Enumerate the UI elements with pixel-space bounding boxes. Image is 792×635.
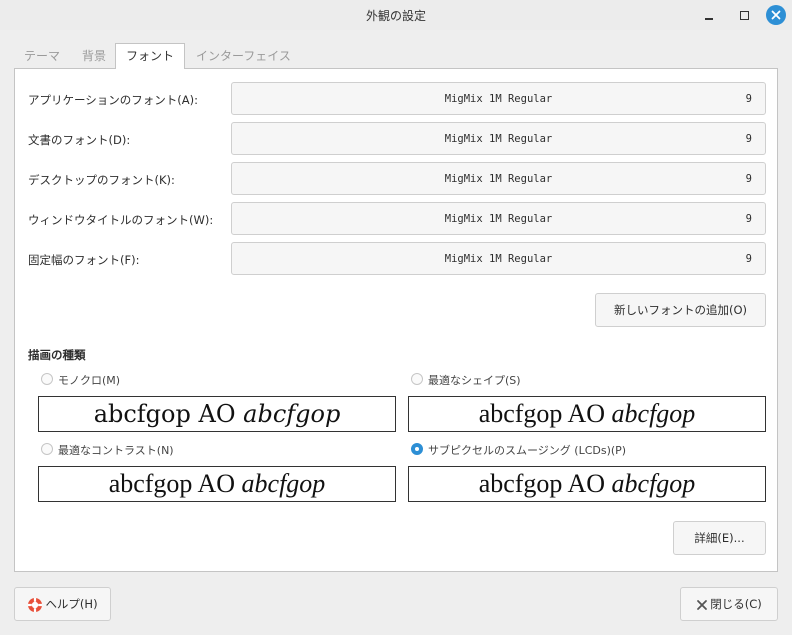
desktop-font-size: 9 <box>745 173 752 185</box>
monospace-font-size: 9 <box>745 253 752 265</box>
subpixel-label: サブピクセルのスムージング (LCDs)(P) <box>428 444 627 457</box>
add-font-button[interactable]: 新しいフォントの追加(O) <box>595 293 766 327</box>
tab-interface[interactable]: インターフェイス <box>186 44 301 68</box>
best-shape-radio[interactable] <box>411 373 423 385</box>
best-contrast-sample-regular: abcfgop AO <box>108 469 236 498</box>
minimize-button[interactable] <box>700 6 718 24</box>
window-title: 外観の設定 <box>365 9 426 23</box>
monochrome-label: モノクロ(M) <box>58 374 121 387</box>
window-title-font-button[interactable]: MigMix 1M Regular 9 <box>231 202 766 235</box>
monospace-font-label: 固定幅のフォント(F): <box>28 253 140 267</box>
subpixel-sample-regular: abcfgop AO <box>478 469 606 498</box>
desktop-font-name: MigMix 1M Regular <box>444 173 553 185</box>
monochrome-sample: abcfgop AO abcfgop <box>38 396 396 432</box>
document-font-size: 9 <box>745 133 752 145</box>
window-title-font-size: 9 <box>745 213 752 225</box>
desktop-font-label: デスクトップのフォント(K): <box>28 173 175 187</box>
app-font-name: MigMix 1M Regular <box>444 93 553 105</box>
close-x-icon <box>697 599 708 610</box>
monochrome-sample-italic: abcfgop <box>243 400 341 428</box>
rendering-section-title: 描画の種類 <box>28 348 86 362</box>
app-font-label: アプリケーションのフォント(A): <box>28 93 198 107</box>
document-font-button[interactable]: MigMix 1M Regular 9 <box>231 122 766 155</box>
best-contrast-sample-italic: abcfgop <box>241 469 326 498</box>
desktop-font-button[interactable]: MigMix 1M Regular 9 <box>231 162 766 195</box>
window-title-font-label: ウィンドウタイトルのフォント(W): <box>28 213 214 227</box>
maximize-button[interactable] <box>735 6 753 24</box>
minimize-icon <box>705 18 713 20</box>
fonts-panel: アプリケーションのフォント(A): MigMix 1M Regular 9 文書… <box>14 68 778 572</box>
document-font-name: MigMix 1M Regular <box>444 133 553 145</box>
close-button[interactable]: 閉じる(C) <box>680 587 778 621</box>
monochrome-sample-regular: abcfgop AO <box>93 400 236 428</box>
tab-theme[interactable]: テーマ <box>14 44 70 68</box>
subpixel-radio[interactable] <box>411 443 423 455</box>
subpixel-sample-italic: abcfgop <box>611 469 696 498</box>
subpixel-sample: abcfgop AO abcfgop <box>408 466 766 502</box>
close-icon <box>771 10 781 20</box>
app-font-button[interactable]: MigMix 1M Regular 9 <box>231 82 766 115</box>
monospace-font-name: MigMix 1M Regular <box>444 253 553 265</box>
best-shape-sample-italic: abcfgop <box>611 399 696 428</box>
help-button-label: ヘルプ(H) <box>45 597 98 611</box>
best-shape-sample-regular: abcfgop AO <box>478 399 606 428</box>
app-font-size: 9 <box>745 93 752 105</box>
details-button[interactable]: 詳細(E)... <box>673 521 766 555</box>
best-shape-label: 最適なシェイプ(S) <box>428 374 521 387</box>
tab-fonts[interactable]: フォント <box>115 43 186 69</box>
monospace-font-button[interactable]: MigMix 1M Regular 9 <box>231 242 766 275</box>
best-shape-sample: abcfgop AO abcfgop <box>408 396 766 432</box>
maximize-icon <box>740 11 749 20</box>
best-contrast-sample: abcfgop AO abcfgop <box>38 466 396 502</box>
monochrome-radio[interactable] <box>41 373 53 385</box>
tab-background[interactable]: 背景 <box>72 44 116 68</box>
document-font-label: 文書のフォント(D): <box>28 133 131 147</box>
help-button[interactable]: ヘルプ(H) <box>14 587 111 621</box>
window-title-font-name: MigMix 1M Regular <box>444 213 553 225</box>
close-button-label: 閉じる(C) <box>710 597 762 611</box>
best-contrast-radio[interactable] <box>41 443 53 455</box>
best-contrast-label: 最適なコントラスト(N) <box>58 444 174 457</box>
lifebuoy-icon <box>28 597 43 612</box>
title-bar: 外観の設定 <box>0 0 792 30</box>
close-window-button[interactable] <box>766 5 786 25</box>
